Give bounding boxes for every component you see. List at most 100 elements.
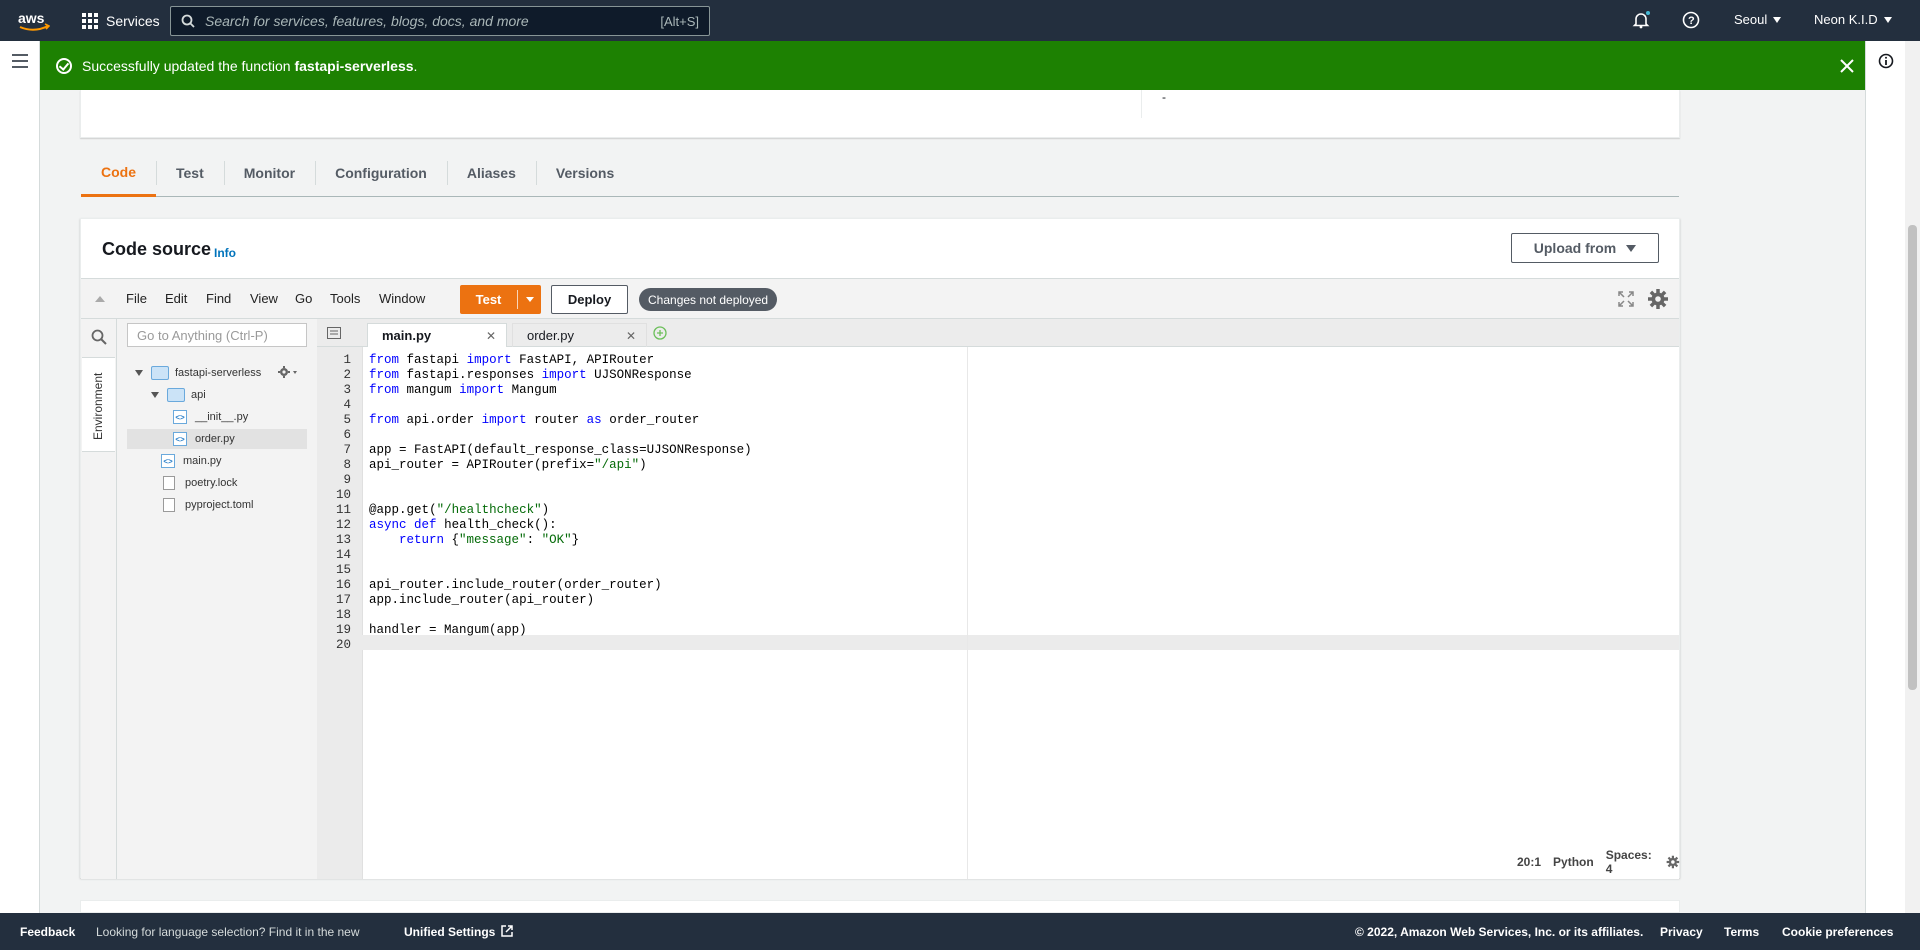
- notifications-button[interactable]: [1632, 11, 1650, 29]
- menu-view[interactable]: View: [250, 291, 278, 306]
- tree-root-label: fastapi-serverless: [175, 367, 262, 379]
- close-icon[interactable]: [1840, 59, 1854, 73]
- success-check-icon: [56, 57, 72, 74]
- gear-icon[interactable]: [1666, 854, 1680, 870]
- panel-divider: [1141, 90, 1142, 118]
- tree-file-order[interactable]: <> order.py: [127, 429, 307, 449]
- tab-list-icon[interactable]: [327, 327, 341, 339]
- menu-find[interactable]: Find: [206, 291, 231, 306]
- menu-tools[interactable]: Tools: [330, 291, 360, 306]
- upload-from-label: Upload from: [1533, 240, 1617, 256]
- gear-icon[interactable]: [277, 365, 299, 379]
- line-number: 13: [335, 533, 351, 547]
- menu-file[interactable]: File: [126, 291, 147, 306]
- tree-file-init[interactable]: <> __init__.py: [173, 407, 248, 427]
- code-line: api_router.include_router(order_router): [369, 578, 662, 592]
- python-file-icon: <>: [173, 432, 187, 446]
- svg-text:?: ?: [1688, 15, 1695, 27]
- tree-folder-root[interactable]: fastapi-serverless: [135, 363, 315, 383]
- menu-window[interactable]: Window: [379, 291, 425, 306]
- menu-go[interactable]: Go: [295, 291, 312, 306]
- aws-logo[interactable]: aws: [18, 9, 50, 33]
- unified-settings-link[interactable]: Unified Settings: [404, 925, 513, 939]
- line-number: 2: [343, 368, 351, 382]
- line-number: 6: [343, 428, 351, 442]
- code-editor[interactable]: 1 from fastapi import FastAPI, APIRouter 2…: [317, 347, 1680, 879]
- cookie-preferences-link[interactable]: Cookie preferences: [1782, 925, 1893, 939]
- tab-test[interactable]: Test: [156, 149, 224, 197]
- file-icon: [163, 476, 175, 490]
- left-rail: [0, 41, 40, 913]
- menu-edit[interactable]: Edit: [165, 291, 187, 306]
- account-menu[interactable]: Neon K.I.D: [1814, 12, 1892, 27]
- region-label: Seoul: [1734, 12, 1768, 27]
- code-line: from fastapi import FastAPI, APIRouter: [369, 353, 655, 367]
- code-line: async def health_check():: [369, 518, 557, 532]
- add-tab-icon[interactable]: [653, 326, 667, 340]
- file-icon: [163, 498, 175, 512]
- help-icon: ?: [1682, 11, 1700, 29]
- editor-tab-main-label: main.py: [382, 328, 432, 343]
- gear-icon[interactable]: [1647, 288, 1669, 310]
- vertical-panel-strip: Environment: [81, 319, 117, 879]
- cursor-position[interactable]: 20:1: [1517, 855, 1541, 869]
- privacy-link[interactable]: Privacy: [1660, 925, 1703, 939]
- editor-status-bar: 20:1 Python Spaces: 4: [1517, 848, 1680, 876]
- tree-folder-api[interactable]: api: [151, 385, 206, 405]
- tree-file-poetry-lock[interactable]: poetry.lock: [163, 473, 237, 493]
- footer: Feedback Looking for language selection?…: [0, 913, 1920, 950]
- test-label: Test: [475, 292, 502, 307]
- test-button[interactable]: Test: [460, 285, 541, 314]
- indentation-setting[interactable]: Spaces: 4: [1606, 848, 1654, 876]
- region-selector[interactable]: Seoul: [1734, 12, 1782, 27]
- tab-monitor[interactable]: Monitor: [223, 149, 315, 197]
- tab-code[interactable]: Code: [81, 149, 156, 197]
- info-link[interactable]: Info: [214, 246, 236, 260]
- tree-file-pyproject[interactable]: pyproject.toml: [163, 495, 253, 515]
- fullscreen-icon[interactable]: [1618, 291, 1634, 307]
- close-icon[interactable]: ✕: [626, 329, 636, 343]
- terms-link[interactable]: Terms: [1724, 925, 1759, 939]
- top-navigation: aws Services Search for services, featur…: [0, 0, 1920, 41]
- expand-icon[interactable]: [151, 392, 159, 398]
- line-number: 15: [335, 563, 351, 577]
- tab-aliases[interactable]: Aliases: [446, 149, 536, 197]
- language-mode[interactable]: Python: [1553, 855, 1594, 869]
- go-to-anything-input[interactable]: Go to Anything (Ctrl-P): [127, 323, 307, 347]
- tree-pyproject-label: pyproject.toml: [185, 499, 254, 511]
- line-number: 14: [335, 548, 351, 562]
- services-menu[interactable]: Services: [82, 8, 160, 34]
- upload-from-button[interactable]: Upload from: [1511, 233, 1659, 263]
- tree-file-main[interactable]: <> main.py: [161, 451, 222, 471]
- scrollbar-thumb[interactable]: [1908, 225, 1917, 690]
- panel-value: -: [1162, 90, 1166, 104]
- line-number: 20: [335, 638, 351, 652]
- print-margin: [967, 347, 968, 879]
- external-link-icon: [500, 925, 513, 937]
- code-source-panel: Code source Info Upload from File Edit F…: [80, 218, 1680, 879]
- feedback-link[interactable]: Feedback: [20, 925, 75, 939]
- help-button[interactable]: ?: [1682, 11, 1700, 29]
- function-overview-panel: -: [80, 90, 1680, 138]
- editor-tab-main-py[interactable]: main.py ✕: [367, 323, 507, 347]
- deploy-button[interactable]: Deploy: [551, 285, 628, 314]
- line-number: 7: [343, 443, 351, 457]
- collapse-icon[interactable]: [95, 296, 105, 302]
- expand-icon[interactable]: [135, 370, 143, 376]
- tree-main-label: main.py: [183, 455, 222, 467]
- tab-versions[interactable]: Versions: [535, 149, 634, 197]
- flash-message: Successfully updated the function fastap…: [82, 58, 417, 74]
- line-number: 8: [343, 458, 351, 472]
- chevron-down-icon[interactable]: [526, 297, 534, 302]
- info-icon[interactable]: [1878, 53, 1894, 69]
- search-icon[interactable]: [91, 329, 107, 345]
- tab-configuration[interactable]: Configuration: [315, 149, 447, 197]
- environment-tab[interactable]: Environment: [82, 357, 115, 452]
- hamburger-menu-icon[interactable]: [12, 54, 28, 68]
- file-tree: fastapi-serverless api <> __init__.py <> o…: [117, 355, 317, 875]
- search-input[interactable]: Search for services, features, blogs, do…: [170, 6, 710, 36]
- line-number: 19: [335, 623, 351, 637]
- tree-order-label: order.py: [195, 433, 235, 445]
- editor-tab-order-py[interactable]: order.py ✕: [512, 323, 647, 347]
- close-icon[interactable]: ✕: [486, 329, 496, 343]
